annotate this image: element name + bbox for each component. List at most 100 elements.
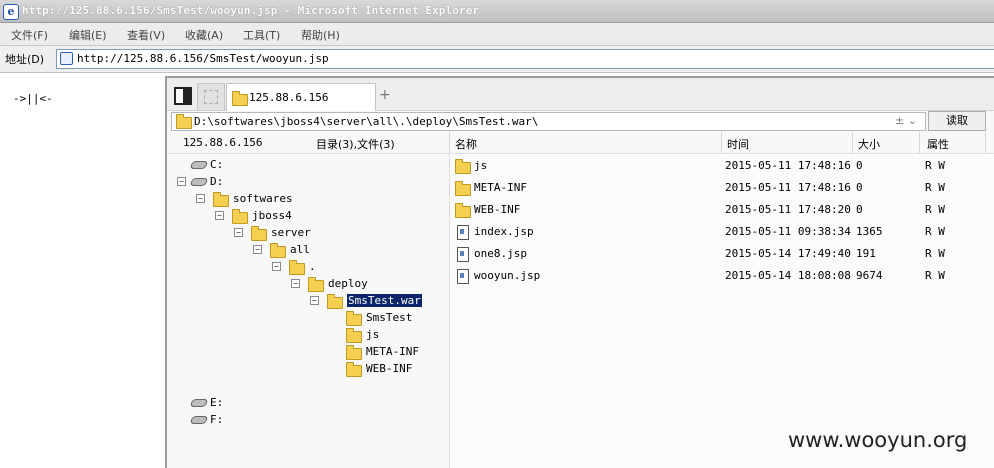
file-time: 2015-05-11 17:48:16: [725, 181, 851, 194]
file-time: 2015-05-11 17:48:16: [725, 159, 851, 172]
tree-node-label: server: [271, 226, 311, 239]
path-input[interactable]: D:\softwares\jboss4\server\all\.\deploy\…: [171, 112, 926, 131]
tree-node-label: SmsTest: [366, 311, 413, 324]
column-attr[interactable]: 属性: [927, 136, 949, 152]
column-size[interactable]: 大小: [858, 136, 880, 152]
menu-file[interactable]: 文件(F): [11, 27, 48, 43]
page-icon: [60, 52, 73, 65]
menu-bar: 文件(F) 编辑(E) 查看(V) 收藏(A) 工具(T) 帮助(H): [0, 23, 994, 46]
tree-node[interactable]: − softwares: [167, 190, 449, 207]
tree-node[interactable]: E:: [167, 394, 449, 411]
file-row[interactable]: WEB-INF 2015-05-11 17:48:20 0 R W: [450, 198, 994, 220]
folder-icon: [176, 114, 192, 129]
tree-node[interactable]: F:: [167, 411, 449, 428]
file-attr: R W: [925, 203, 945, 216]
file-size: 9674: [856, 269, 883, 282]
address-url[interactable]: http://125.88.6.156/SmsTest/wooyun.jsp: [77, 52, 329, 65]
collapse-icon[interactable]: −: [253, 245, 262, 254]
file-row[interactable]: wooyun.jsp 2015-05-14 18:08:08 9674 R W: [450, 264, 994, 286]
tree-node[interactable]: − deploy: [167, 275, 449, 292]
folder-icon: [346, 345, 362, 360]
file-row[interactable]: META-INF 2015-05-11 17:48:16 0 R W: [450, 176, 994, 198]
tree-node[interactable]: META-INF: [167, 343, 449, 360]
path-bar: D:\softwares\jboss4\server\all\.\deploy\…: [167, 111, 994, 131]
tree-node[interactable]: −.: [167, 258, 449, 275]
folder-icon: [232, 209, 248, 224]
tree-node-label: softwares: [233, 192, 293, 205]
page-text: ->||<-: [13, 92, 53, 105]
address-label: 地址(D): [5, 53, 45, 66]
folder-icon: [455, 159, 471, 174]
address-input[interactable]: http://125.88.6.156/SmsTest/wooyun.jsp: [56, 49, 994, 69]
drive-icon: [189, 178, 209, 186]
ie-icon: e: [3, 4, 19, 20]
file-icon: [457, 225, 469, 240]
tab-blank[interactable]: [197, 83, 225, 110]
folder-icon: [308, 277, 324, 292]
tree-node[interactable]: − all: [167, 241, 449, 258]
tree-node[interactable]: − server: [167, 224, 449, 241]
file-name: wooyun.jsp: [474, 269, 541, 282]
tree-node[interactable]: C:: [167, 156, 449, 173]
tree-node[interactable]: − D:: [167, 173, 449, 190]
tree-node-label: jboss4: [252, 209, 292, 222]
folder-icon: [346, 311, 362, 326]
panel-toggle-icon[interactable]: [174, 87, 192, 105]
file-row[interactable]: index.jsp 2015-05-11 09:38:34 1365 R W: [450, 220, 994, 242]
tree-node-label: deploy: [328, 277, 368, 290]
file-attr: R W: [925, 181, 945, 194]
tree-node-label: D:: [210, 175, 224, 188]
collapse-icon[interactable]: −: [272, 262, 281, 271]
folder-icon: [455, 203, 471, 218]
file-row[interactable]: js 2015-05-11 17:48:16 0 R W: [450, 154, 994, 176]
file-manager-frame: 125.88.6.156 + D:\softwares\jboss4\serve…: [165, 76, 994, 468]
folder-icon: [289, 260, 305, 275]
menu-help[interactable]: 帮助(H): [301, 27, 340, 43]
folder-icon: [232, 91, 248, 106]
divider: [985, 132, 986, 153]
tree-node-label: F:: [210, 413, 224, 426]
column-name[interactable]: 名称: [455, 136, 477, 152]
collapse-icon[interactable]: −: [177, 177, 186, 186]
file-row[interactable]: one8.jsp 2015-05-14 17:49:40 191 R W: [450, 242, 994, 264]
path-dropdown-icon[interactable]: ± ⌄: [895, 114, 917, 127]
collapse-icon[interactable]: −: [215, 211, 224, 220]
file-name: one8.jsp: [474, 247, 527, 260]
window-title: http://125.88.6.156/SmsTest/wooyun.jsp -…: [22, 4, 480, 17]
folder-icon: [270, 243, 286, 258]
column-time[interactable]: 时间: [727, 136, 749, 152]
tree-node-label: C:: [210, 158, 224, 171]
address-bar: 地址(D) http://125.88.6.156/SmsTest/wooyun…: [0, 46, 994, 73]
collapse-icon[interactable]: −: [310, 296, 319, 305]
tree-node-label: js: [366, 328, 380, 341]
file-size: 191: [856, 247, 876, 260]
file-attr: R W: [925, 225, 945, 238]
tree-node-label: E:: [210, 396, 224, 409]
tree-node[interactable]: WEB-INF: [167, 360, 449, 377]
add-tab-button[interactable]: +: [379, 87, 391, 103]
collapse-icon[interactable]: −: [234, 228, 243, 237]
menu-view[interactable]: 查看(V): [127, 27, 165, 43]
tree-node[interactable]: js: [167, 326, 449, 343]
collapse-icon[interactable]: −: [196, 194, 205, 203]
menu-favorites[interactable]: 收藏(A): [185, 27, 223, 43]
path-value[interactable]: D:\softwares\jboss4\server\all\.\deploy\…: [194, 115, 538, 128]
file-time: 2015-05-14 17:49:40: [725, 247, 851, 260]
tab-host[interactable]: 125.88.6.156: [226, 83, 376, 111]
blank-page-icon: [204, 90, 218, 104]
drive-icon: [189, 161, 209, 169]
menu-edit[interactable]: 编辑(E): [69, 27, 107, 43]
tab-strip: 125.88.6.156 +: [167, 78, 994, 111]
menu-tools[interactable]: 工具(T): [243, 27, 280, 43]
folder-icon: [251, 226, 267, 241]
watermark: www.wooyun.org: [788, 428, 968, 452]
tree-node[interactable]: − SmsTest.war: [167, 292, 449, 309]
tree-node[interactable]: − jboss4: [167, 207, 449, 224]
collapse-icon[interactable]: −: [291, 279, 300, 288]
file-attr: R W: [925, 247, 945, 260]
read-button[interactable]: 读取: [928, 111, 986, 131]
drive-icon: [189, 416, 209, 424]
file-attr: R W: [925, 159, 945, 172]
tree-node[interactable]: SmsTest: [167, 309, 449, 326]
file-name: index.jsp: [474, 225, 534, 238]
